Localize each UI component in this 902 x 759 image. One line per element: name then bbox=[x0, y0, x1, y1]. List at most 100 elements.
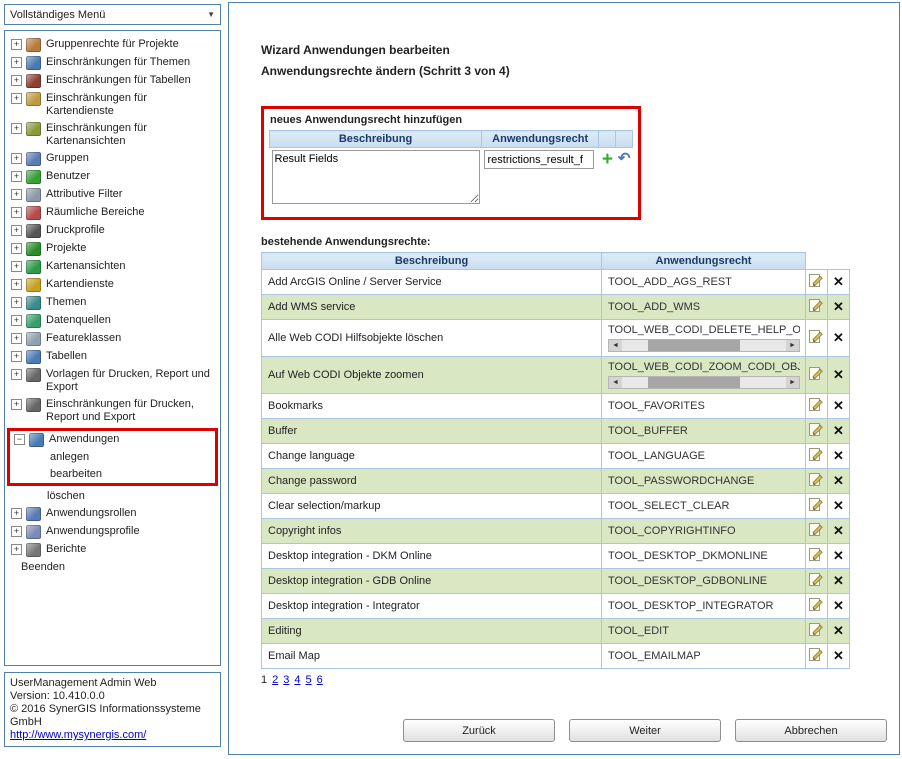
sidebar-item-vorlagen-drucken[interactable]: +Vorlagen für Drucken, Report und Export bbox=[7, 366, 218, 396]
expand-icon[interactable]: + bbox=[11, 57, 22, 68]
scroll-right-arrow-icon[interactable]: ► bbox=[786, 377, 799, 388]
sidebar-item-themen[interactable]: +Themen bbox=[7, 294, 218, 312]
scrollbar-thumb[interactable] bbox=[648, 377, 740, 388]
edit-icon[interactable] bbox=[809, 522, 824, 537]
expand-icon[interactable]: + bbox=[11, 333, 22, 344]
sidebar-item-raeumliche-bereiche[interactable]: +Räumliche Bereiche bbox=[7, 204, 218, 222]
sidebar-item-einschraenkungen-kartenansichten[interactable]: +Einschränkungen für Kartenansichten bbox=[7, 120, 218, 150]
back-button[interactable]: Zurück bbox=[403, 719, 555, 742]
scrollbar-track[interactable] bbox=[622, 340, 786, 351]
expand-icon[interactable]: + bbox=[11, 261, 22, 272]
sidebar-item-einschraenkungen-kartendienste[interactable]: +Einschränkungen für Kartendienste bbox=[7, 90, 218, 120]
edit-icon[interactable] bbox=[809, 298, 824, 313]
delete-icon[interactable]: ✕ bbox=[833, 423, 844, 438]
edit-icon[interactable] bbox=[809, 273, 824, 288]
delete-icon[interactable]: ✕ bbox=[833, 648, 844, 663]
sidebar-item-attributive-filter[interactable]: +Attributive Filter bbox=[7, 186, 218, 204]
expand-icon[interactable]: + bbox=[11, 39, 22, 50]
expand-icon[interactable]: + bbox=[11, 243, 22, 254]
scrollbar-track[interactable] bbox=[622, 377, 786, 388]
expand-icon[interactable]: + bbox=[11, 207, 22, 218]
edit-icon[interactable] bbox=[809, 497, 824, 512]
expand-icon[interactable]: + bbox=[11, 279, 22, 290]
sidebar-item-tabellen[interactable]: +Tabellen bbox=[7, 348, 218, 366]
sidebar-item-beenden[interactable]: Beenden bbox=[7, 559, 218, 576]
sidebar-item-einschraenkungen-drucken[interactable]: +Einschränkungen für Drucken, Report und… bbox=[7, 396, 218, 426]
expand-icon[interactable]: + bbox=[11, 189, 22, 200]
sidebar-item-anwendungen[interactable]: −Anwendungen bbox=[10, 431, 215, 449]
delete-icon[interactable]: ✕ bbox=[833, 573, 844, 588]
delete-icon[interactable]: ✕ bbox=[833, 523, 844, 538]
sidebar-item-einschraenkungen-tabellen[interactable]: +Einschränkungen für Tabellen bbox=[7, 72, 218, 90]
expand-icon[interactable]: + bbox=[11, 508, 22, 519]
sidebar-item-benutzer[interactable]: +Benutzer bbox=[7, 168, 218, 186]
edit-icon[interactable] bbox=[809, 622, 824, 637]
delete-icon[interactable]: ✕ bbox=[833, 367, 844, 382]
scroll-right-arrow-icon[interactable]: ► bbox=[786, 340, 799, 351]
scrollbar-thumb[interactable] bbox=[648, 340, 740, 351]
page-link[interactable]: 6 bbox=[317, 674, 323, 686]
cancel-button[interactable]: Abbrechen bbox=[735, 719, 887, 742]
delete-icon[interactable]: ✕ bbox=[833, 274, 844, 289]
sidebar-item-gruppenrechte-projekte[interactable]: +Gruppenrechte für Projekte bbox=[7, 36, 218, 54]
edit-icon[interactable] bbox=[809, 647, 824, 662]
delete-icon[interactable]: ✕ bbox=[833, 623, 844, 638]
sidebar-item-druckprofile[interactable]: +Druckprofile bbox=[7, 222, 218, 240]
undo-icon[interactable]: ↶ bbox=[618, 150, 631, 168]
edit-icon[interactable] bbox=[809, 572, 824, 587]
sidebar-item-featureklassen[interactable]: +Featureklassen bbox=[7, 330, 218, 348]
delete-icon[interactable]: ✕ bbox=[833, 548, 844, 563]
sidebar-item-kartendienste[interactable]: +Kartendienste bbox=[7, 276, 218, 294]
right-name-input[interactable] bbox=[484, 150, 594, 169]
delete-icon[interactable]: ✕ bbox=[833, 498, 844, 513]
sidebar-item-anwendungsrollen[interactable]: +Anwendungsrollen bbox=[7, 505, 218, 523]
expand-icon[interactable]: + bbox=[11, 369, 22, 380]
sidebar-item-datenquellen[interactable]: +Datenquellen bbox=[7, 312, 218, 330]
horizontal-scrollbar[interactable]: ◄► bbox=[608, 339, 800, 352]
menu-dropdown[interactable]: Vollständiges Menü ▼ bbox=[4, 4, 221, 25]
expand-icon[interactable]: + bbox=[11, 75, 22, 86]
edit-icon[interactable] bbox=[809, 547, 824, 562]
scroll-left-arrow-icon[interactable]: ◄ bbox=[609, 377, 622, 388]
expand-icon[interactable]: + bbox=[11, 225, 22, 236]
horizontal-scrollbar[interactable]: ◄► bbox=[608, 376, 800, 389]
sidebar-item-gruppen[interactable]: +Gruppen bbox=[7, 150, 218, 168]
expand-icon[interactable]: + bbox=[11, 93, 22, 104]
delete-icon[interactable]: ✕ bbox=[833, 330, 844, 345]
delete-icon[interactable]: ✕ bbox=[833, 448, 844, 463]
next-button[interactable]: Weiter bbox=[569, 719, 721, 742]
expand-icon[interactable]: + bbox=[11, 123, 22, 134]
delete-icon[interactable]: ✕ bbox=[833, 473, 844, 488]
delete-icon[interactable]: ✕ bbox=[833, 299, 844, 314]
sidebar-item-anwendungen-loeschen[interactable]: löschen bbox=[7, 488, 218, 505]
page-link[interactable]: 4 bbox=[294, 674, 300, 686]
sidebar-item-anwendungen-bearbeiten[interactable]: bearbeiten bbox=[10, 466, 215, 483]
scroll-left-arrow-icon[interactable]: ◄ bbox=[609, 340, 622, 351]
expand-icon[interactable]: + bbox=[11, 351, 22, 362]
page-link[interactable]: 2 bbox=[272, 674, 278, 686]
sidebar-item-einschraenkungen-themen[interactable]: +Einschränkungen für Themen bbox=[7, 54, 218, 72]
expand-icon[interactable]: + bbox=[11, 399, 22, 410]
edit-icon[interactable] bbox=[809, 472, 824, 487]
vendor-link[interactable]: http://www.mysynergis.com/ bbox=[10, 729, 146, 741]
expand-icon[interactable]: + bbox=[11, 526, 22, 537]
expand-icon[interactable]: + bbox=[11, 544, 22, 555]
delete-icon[interactable]: ✕ bbox=[833, 398, 844, 413]
page-link[interactable]: 5 bbox=[306, 674, 312, 686]
sidebar-item-anwendungsprofile[interactable]: +Anwendungsprofile bbox=[7, 523, 218, 541]
sidebar-item-berichte[interactable]: +Berichte bbox=[7, 541, 218, 559]
add-right-icon[interactable]: + bbox=[601, 150, 614, 169]
page-link[interactable]: 3 bbox=[283, 674, 289, 686]
expand-icon[interactable]: + bbox=[11, 171, 22, 182]
sidebar-item-kartenansichten[interactable]: +Kartenansichten bbox=[7, 258, 218, 276]
delete-icon[interactable]: ✕ bbox=[833, 598, 844, 613]
edit-icon[interactable] bbox=[809, 366, 824, 381]
expand-icon[interactable]: + bbox=[11, 315, 22, 326]
edit-icon[interactable] bbox=[809, 447, 824, 462]
sidebar-item-projekte[interactable]: +Projekte bbox=[7, 240, 218, 258]
edit-icon[interactable] bbox=[809, 597, 824, 612]
edit-icon[interactable] bbox=[809, 397, 824, 412]
expand-icon[interactable]: + bbox=[11, 297, 22, 308]
expand-icon[interactable]: + bbox=[11, 153, 22, 164]
edit-icon[interactable] bbox=[809, 329, 824, 344]
